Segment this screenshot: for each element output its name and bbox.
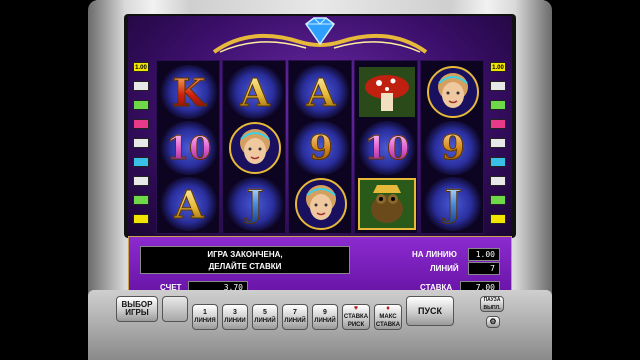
reel-4: 10 (354, 60, 418, 234)
reel-symbol: J (225, 177, 285, 231)
reel-2: AJ (222, 60, 286, 234)
symbol-k: K (172, 69, 206, 115)
left-line-indicator: 1.00 (133, 62, 149, 72)
symbol-j: J (444, 183, 462, 226)
lines-value: 7 (468, 262, 500, 275)
lines-9-number: 9 (323, 309, 327, 316)
left-line-indicator (133, 195, 149, 205)
left-line-indicator (133, 100, 149, 110)
reel-5: 9J (420, 60, 484, 234)
woman-face-icon (295, 178, 347, 230)
woman-face-icon (427, 66, 479, 118)
reel-3: A9 (288, 60, 352, 234)
right-line-indicator: 1.00 (490, 62, 506, 72)
settings-button[interactable]: ⚙ (486, 316, 500, 328)
reel-symbol: A (159, 177, 219, 231)
lines-9-text: ЛИНИЙ (314, 318, 336, 324)
lines-label: ЛИНИЙ (430, 264, 459, 273)
lines-1-number: 1 (203, 309, 207, 316)
max-bet-button[interactable]: ♦ МАКС СТАВКА (374, 304, 402, 330)
reel-1: K 10 A (156, 60, 220, 234)
payout-label-1: ПАУЗА (483, 297, 501, 303)
lines-3-text: ЛИНИИ (224, 318, 246, 324)
lines-5-button[interactable]: 5 ЛИНИЙ (252, 304, 278, 330)
reel-symbol: J (423, 177, 483, 231)
bet-risk-label-2: РИСК (347, 322, 365, 328)
symbol-9: 9 (441, 128, 466, 169)
select-game-button[interactable]: ВЫБОР ИГРЫ (116, 296, 158, 322)
lines-1-button[interactable]: 1 ЛИНИЯ (192, 304, 218, 330)
left-line-indicator (133, 81, 149, 91)
symbol-a: A (240, 69, 271, 115)
bet-risk-label-1: СТАВКА (343, 314, 369, 320)
start-label: ПУСК (417, 306, 443, 316)
bet-risk-button[interactable]: ♥ СТАВКА РИСК (342, 304, 370, 330)
max-bet-label-1: МАКС (379, 314, 397, 320)
reel-symbol: 10 (357, 121, 417, 175)
symbol-10: 10 (364, 129, 410, 168)
left-line-indicator (133, 119, 149, 129)
right-line-indicator (490, 176, 506, 186)
lines-7-button[interactable]: 7 ЛИНИЙ (282, 304, 308, 330)
left-line-indicator (133, 138, 149, 148)
lines-3-button[interactable]: 3 ЛИНИИ (222, 304, 248, 330)
settings-icon: ⚙ (489, 317, 497, 326)
payout-button[interactable]: ПАУЗА ВЫПЛ. (480, 296, 504, 312)
reel-symbol: A (291, 65, 351, 119)
right-line-indicator (490, 138, 506, 148)
message-box: ИГРА ЗАКОНЧЕНА, ДЕЛАЙТЕ СТАВКИ (140, 246, 350, 274)
symbol-9: 9 (309, 128, 334, 169)
message-line-2: ДЕЛАЙТЕ СТАВКИ (208, 262, 282, 271)
right-line-indicator (490, 100, 506, 110)
message-line-1: ИГРА ЗАКОНЧЕНА, (207, 250, 283, 259)
mushroom-icon (359, 67, 415, 117)
reel-symbol: 9 (423, 121, 483, 175)
lines-7-text: ЛИНИЙ (284, 318, 306, 324)
heart-icon: ♥ (353, 305, 359, 312)
right-line-indicator (490, 119, 506, 129)
right-line-indicator (490, 157, 506, 167)
lines-1-text: ЛИНИЯ (194, 318, 216, 324)
lines-5-text: ЛИНИЙ (254, 318, 276, 324)
symbol-a: A (306, 69, 337, 115)
right-line-indicator (490, 195, 506, 205)
symbol-a: A (174, 181, 205, 227)
select-game-label-2: ИГРЫ (125, 308, 149, 317)
symbol-j: J (246, 183, 264, 226)
lines-7-number: 7 (293, 309, 297, 316)
diamond-icon (304, 17, 336, 46)
reel-symbol: A (225, 65, 285, 119)
reel-symbol: 9 (291, 121, 351, 175)
max-bet-label-2: СТАВКА (375, 322, 401, 328)
lines-3-number: 3 (233, 309, 237, 316)
lines-5-number: 5 (263, 309, 267, 316)
per-line-label: НА ЛИНИЮ (412, 250, 457, 259)
payout-label-2: ВЫПЛ. (483, 305, 501, 311)
symbol-10: 10 (166, 129, 212, 168)
per-line-value: 1.00 (468, 248, 500, 261)
woman-pic-icon (229, 122, 281, 174)
right-line-indicator (490, 214, 506, 224)
left-line-indicator (133, 157, 149, 167)
left-line-indicator (133, 214, 149, 224)
diamond-suit-icon: ♦ (386, 305, 390, 312)
frog-icon (358, 178, 416, 230)
disabled-button[interactable] (162, 296, 188, 322)
left-line-indicator (133, 176, 149, 186)
right-line-indicator (490, 81, 506, 91)
reel-symbol: 10 (159, 121, 219, 175)
lines-9-button[interactable]: 9 ЛИНИЙ (312, 304, 338, 330)
reel-symbol: K (159, 65, 219, 119)
start-button[interactable]: ПУСК (406, 296, 454, 326)
